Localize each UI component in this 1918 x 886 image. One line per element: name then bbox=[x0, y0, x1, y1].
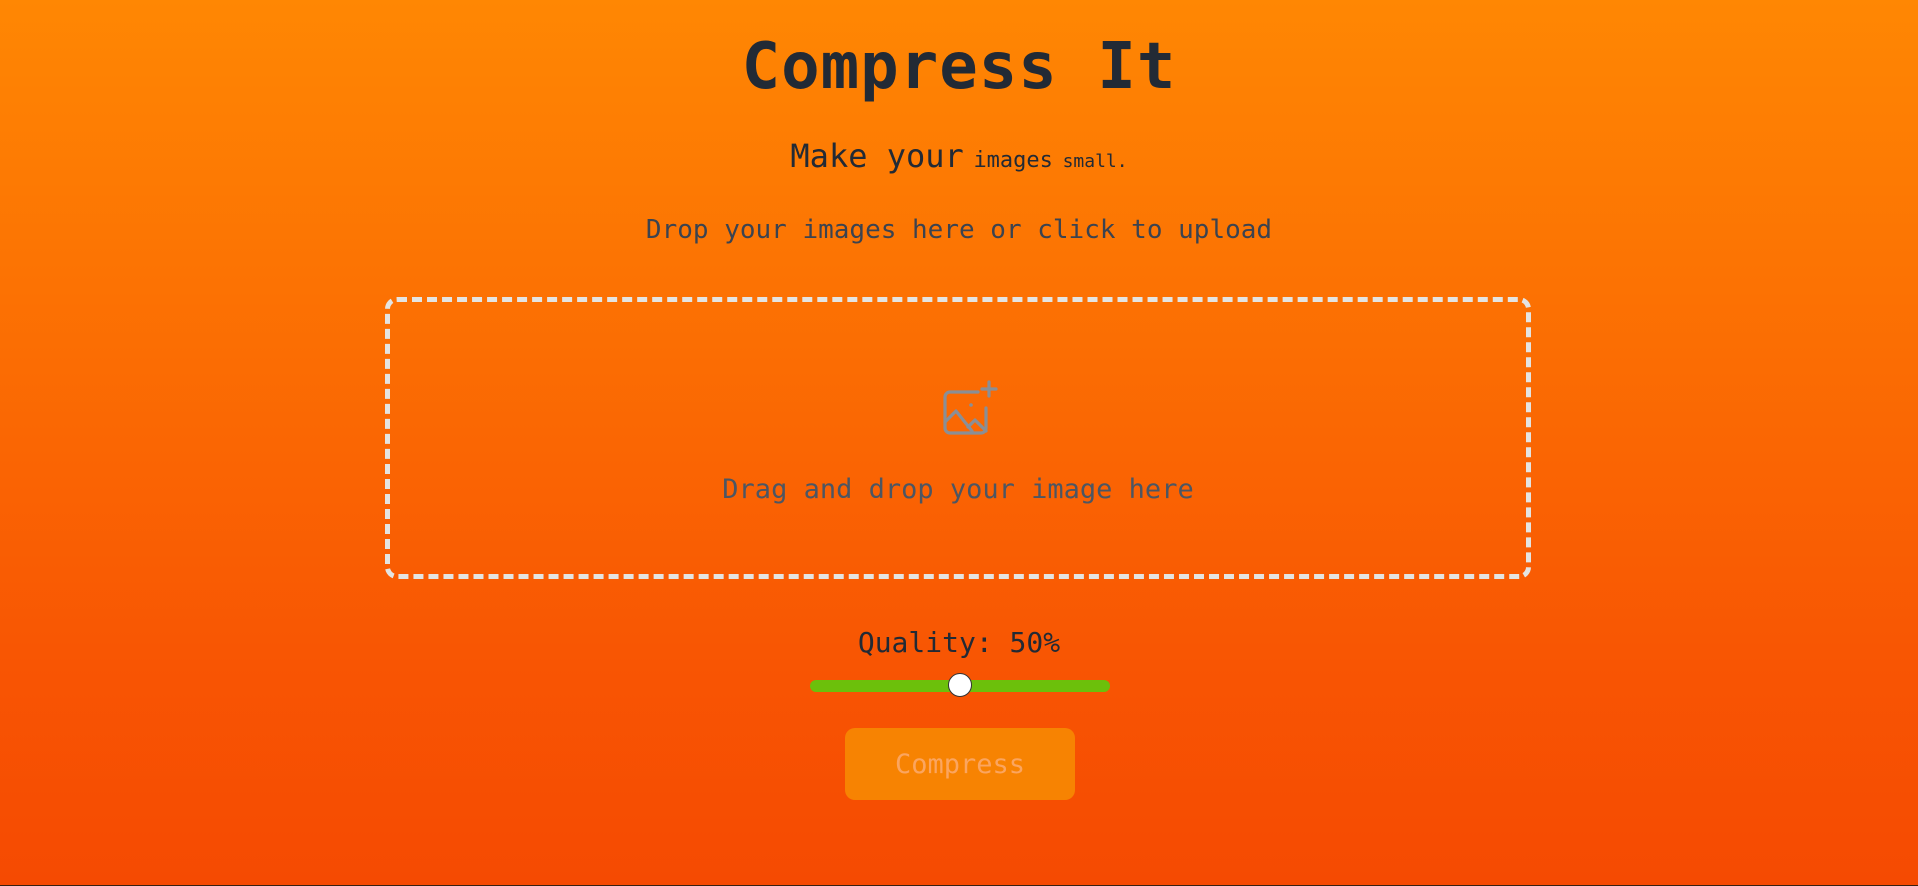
quality-slider[interactable] bbox=[810, 673, 1110, 697]
tagline-part-1: Make your bbox=[790, 137, 964, 175]
page-title: Compress It bbox=[741, 30, 1177, 104]
tagline: Make your images small. bbox=[0, 134, 1918, 184]
tagline-part-2: images bbox=[973, 148, 1053, 173]
quality-label: Quality: 50% bbox=[857, 626, 1061, 659]
image-dropzone[interactable]: Drag and drop your image here bbox=[385, 297, 1531, 579]
compress-button[interactable]: Compress bbox=[845, 728, 1075, 800]
quality-slider-thumb[interactable] bbox=[948, 673, 972, 697]
tagline-part-3: small. bbox=[1062, 151, 1128, 172]
dropzone-text: Drag and drop your image here bbox=[722, 474, 1194, 505]
upload-hint: Drop your images here or click to upload bbox=[645, 215, 1273, 245]
image-plus-icon bbox=[938, 380, 998, 440]
